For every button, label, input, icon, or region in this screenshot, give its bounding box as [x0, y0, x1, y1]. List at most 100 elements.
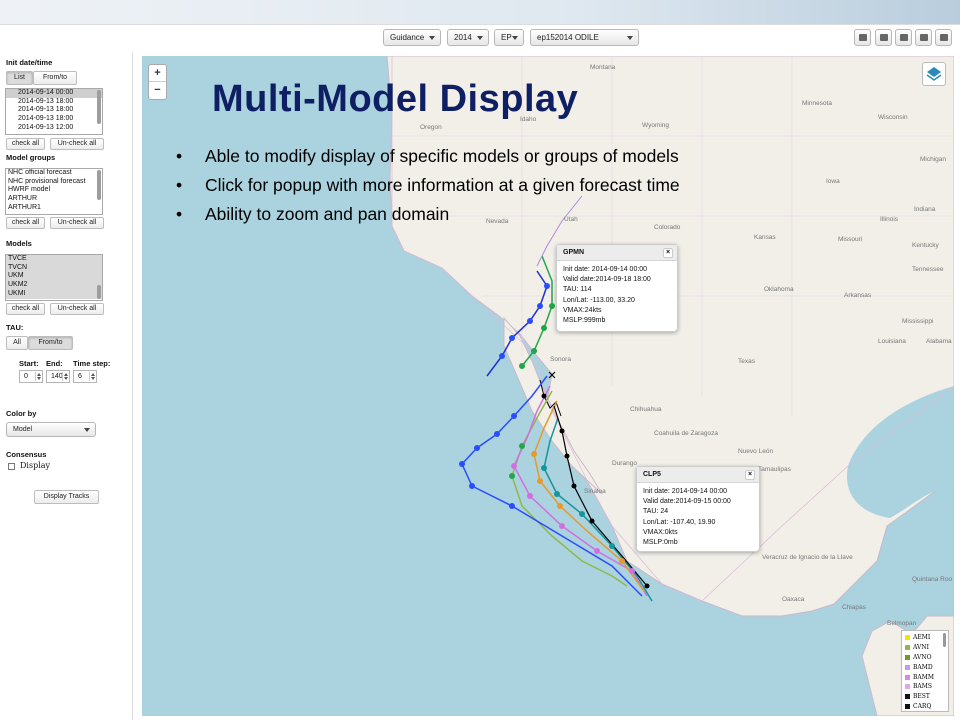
- popup-line: Lon/Lat: -113.00, 33.20: [563, 296, 635, 304]
- close-icon[interactable]: ×: [745, 470, 755, 480]
- list-item[interactable]: ARTHUR1: [6, 204, 102, 213]
- legend-item: BAMM: [905, 673, 945, 683]
- legend-swatch: [905, 684, 910, 690]
- map-label: Iowa: [826, 178, 840, 185]
- basin-select[interactable]: EP: [494, 29, 524, 46]
- storm-select[interactable]: ep152014 ODILE: [530, 29, 639, 46]
- init-list[interactable]: 2014-09-14 00:00 2014-09-13 18:00 2014-0…: [5, 88, 103, 135]
- models-check-all-button[interactable]: check all: [6, 303, 45, 315]
- end-label: End:: [46, 359, 63, 368]
- list-item[interactable]: TVCN: [6, 263, 102, 273]
- map-label: Wisconsin: [878, 114, 908, 121]
- map-label: Wyoming: [642, 122, 670, 129]
- legend-label: AVNO: [913, 653, 932, 661]
- layers-button[interactable]: [922, 62, 946, 86]
- map-label: Veracruz de Ignacio de la Llave: [762, 554, 853, 561]
- close-icon[interactable]: ×: [663, 248, 673, 258]
- list-item[interactable]: 2014-09-13 18:00: [6, 106, 102, 115]
- chevron-down-icon: [477, 36, 483, 40]
- map-label: Alabama: [926, 338, 952, 345]
- year-select[interactable]: 2014: [447, 29, 489, 46]
- legend-label: AVNI: [913, 643, 929, 651]
- list-item[interactable]: HWRF model: [6, 186, 102, 195]
- list-item[interactable]: NHC provisional forecast: [6, 178, 102, 187]
- list-item[interactable]: UKMI: [6, 289, 102, 299]
- popup-line: Init date: 2014-09-14 00:00: [563, 266, 648, 273]
- tau-end-value: 140: [51, 373, 63, 380]
- popup-line: VMAX:24kts: [563, 306, 602, 314]
- storm-select-label: ep152014 ODILE: [537, 33, 599, 42]
- groups-uncheck-all-button[interactable]: Un-check all: [50, 217, 104, 229]
- model-groups-title: Model groups: [6, 153, 56, 162]
- time-step-input[interactable]: 6: [73, 370, 97, 383]
- list-item[interactable]: UKM2: [6, 281, 102, 290]
- camera-button[interactable]: [875, 29, 892, 46]
- tau-fromto-button[interactable]: From/to: [28, 336, 73, 350]
- save-button[interactable]: [895, 29, 912, 46]
- print-icon: [920, 34, 928, 41]
- map-label: Illinois: [880, 216, 899, 223]
- tau-title: TAU:: [6, 323, 24, 332]
- legend-label: BAMM: [913, 673, 935, 681]
- scrollbar[interactable]: [97, 90, 101, 124]
- list-item[interactable]: 2014-09-13 12:00: [6, 124, 102, 133]
- map-label: Kentucky: [912, 242, 939, 249]
- chevron-down-icon: [512, 36, 518, 40]
- popup-title: GPMN: [563, 249, 584, 256]
- stepper-icon[interactable]: [62, 372, 68, 381]
- map-label: Oregon: [420, 124, 442, 131]
- init-check-all-button[interactable]: check all: [6, 138, 45, 150]
- list-item[interactable]: TVCE: [6, 255, 102, 264]
- color-by-select[interactable]: Model: [6, 422, 96, 437]
- wrench-button[interactable]: [935, 29, 952, 46]
- zoom-in-button[interactable]: +: [149, 65, 166, 82]
- list-item[interactable]: UKM: [6, 272, 102, 282]
- legend-label: BEST: [913, 693, 930, 701]
- image-button[interactable]: [854, 29, 871, 46]
- basin-select-label: EP: [501, 33, 512, 42]
- scrollbar[interactable]: [943, 633, 946, 647]
- legend-swatch: [905, 674, 910, 680]
- list-item[interactable]: NHC official forecast: [6, 169, 102, 178]
- color-by-value: Model: [13, 426, 33, 433]
- tab-fromto[interactable]: From/to: [33, 71, 77, 85]
- print-button[interactable]: [915, 29, 932, 46]
- legend-label: CARQ: [913, 703, 932, 711]
- display-checkbox-label: Display: [20, 461, 51, 470]
- init-uncheck-all-button[interactable]: Un-check all: [50, 138, 104, 150]
- map-label: Coahuila de Zaragoza: [654, 430, 718, 437]
- models-list[interactable]: TVCE TVCN UKM UKM2 UKMI: [5, 254, 103, 301]
- popup-title: CLP5: [643, 471, 661, 478]
- layers-icon: [926, 67, 942, 81]
- scrollbar[interactable]: [97, 170, 101, 200]
- models-uncheck-all-button[interactable]: Un-check all: [50, 303, 104, 315]
- stepper-icon[interactable]: [89, 372, 95, 381]
- tau-all-button[interactable]: All: [6, 336, 28, 350]
- map-label: Quintana Roo: [912, 576, 953, 583]
- tau-end-input[interactable]: 140: [46, 370, 70, 383]
- year-select-label: 2014: [454, 33, 472, 42]
- tab-list[interactable]: List: [6, 71, 33, 85]
- stepper-icon[interactable]: [35, 372, 41, 381]
- consensus-title: Consensus: [6, 450, 47, 459]
- list-item[interactable]: 2014-09-14 00:00: [6, 89, 102, 98]
- model-groups-list[interactable]: NHC official forecast NHC provisional fo…: [5, 168, 103, 215]
- scrollbar[interactable]: [97, 285, 101, 299]
- list-item[interactable]: 2014-09-13 18:00: [6, 98, 102, 107]
- legend-swatch: [905, 664, 910, 670]
- chevron-down-icon: [429, 36, 435, 40]
- map-label: Arkansas: [844, 292, 872, 299]
- guidance-select[interactable]: Guidance: [383, 29, 441, 46]
- map-label: Missouri: [838, 236, 863, 243]
- groups-check-all-button[interactable]: check all: [6, 217, 45, 229]
- display-checkbox[interactable]: [8, 463, 15, 470]
- display-tracks-button[interactable]: Display Tracks: [34, 490, 99, 504]
- popup-line: Valid date:2014-09-15 00:00: [643, 498, 731, 506]
- tau-start-input[interactable]: 0: [19, 370, 43, 383]
- map-label: Louisiana: [878, 338, 906, 345]
- popup-body: Init date: 2014-09-14 00:00 Valid date:2…: [637, 483, 759, 552]
- list-item[interactable]: ARTHUR: [6, 195, 102, 204]
- zoom-out-button[interactable]: −: [149, 82, 166, 99]
- legend-item: AVNO: [905, 653, 945, 663]
- list-item[interactable]: 2014-09-13 18:00: [6, 115, 102, 124]
